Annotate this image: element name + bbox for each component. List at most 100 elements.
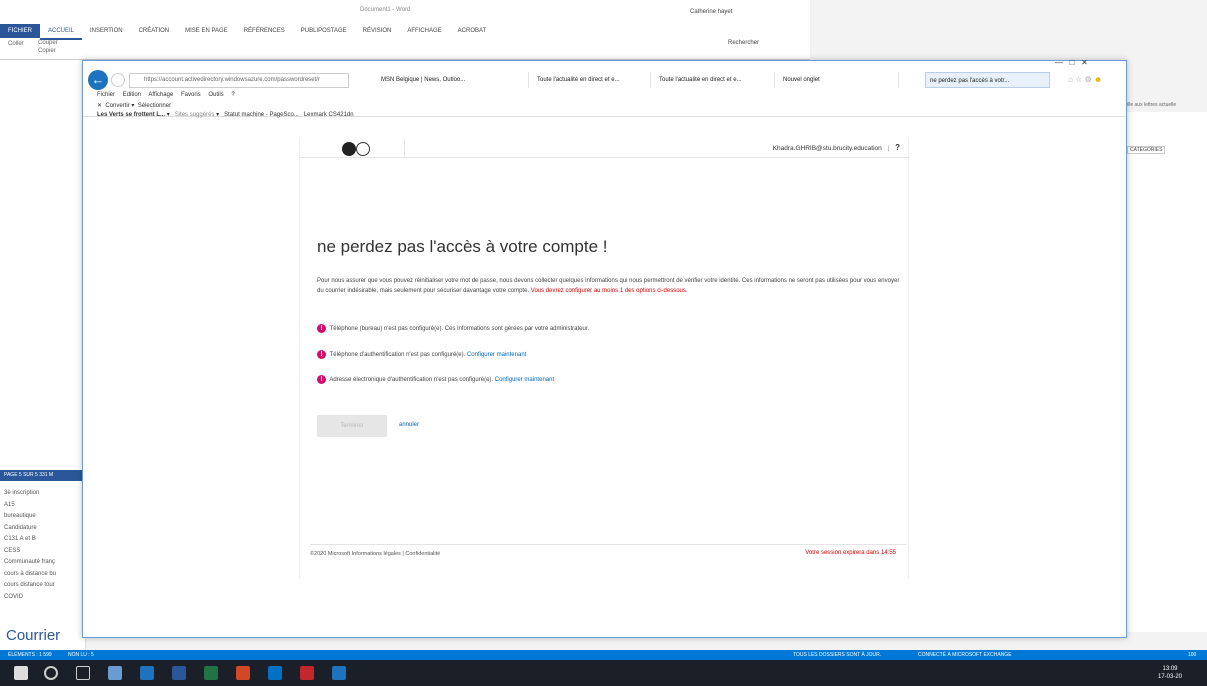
fav-lexmark[interactable]: Lexmark CS421dn xyxy=(304,112,354,118)
ie-icon-2[interactable] xyxy=(332,666,346,680)
outlook-icon[interactable] xyxy=(268,666,282,680)
folder-item[interactable]: 3è inscription xyxy=(0,488,86,500)
method-text: Téléphone (bureau) n'est pas configuré(e… xyxy=(329,326,590,333)
tab-actualite-1[interactable]: Toute l'actualité en direct et e... xyxy=(533,72,651,88)
folder-item[interactable]: A15 xyxy=(0,500,86,512)
courrier-label[interactable]: Courrier xyxy=(6,627,60,644)
word-tab-2[interactable]: INSERTION xyxy=(82,24,131,38)
word-tab-1[interactable]: ACCUEIL xyxy=(40,24,83,40)
window-controls[interactable]: — □ ✕ xyxy=(1055,58,1088,67)
outlook-status-bar: ÉLÉMENTS : 1 599 NON LU : 5 TOUS LES DOS… xyxy=(0,650,1207,660)
ie-icon[interactable] xyxy=(140,666,154,680)
word-tab-4[interactable]: MISE EN PAGE xyxy=(177,24,236,38)
page-count: PAGE 5 SUR 5 xyxy=(4,472,38,478)
close-icon[interactable]: ✕ xyxy=(97,103,102,109)
menu-favorites[interactable]: Favoris xyxy=(181,92,201,98)
finish-button[interactable]: Terminer xyxy=(317,415,387,437)
word-tab-6[interactable]: PUBLIPOSTAGE xyxy=(293,24,355,38)
menu-tools[interactable]: Outils xyxy=(208,92,223,98)
page-title: ne perdez pas l'accès à votre compte ! xyxy=(317,237,608,256)
connection-status: CONNECTÉ À MICROSOFT EXCHANGE xyxy=(918,652,1012,658)
fav-suggested[interactable]: Sites suggérés xyxy=(175,112,215,118)
folder-item[interactable]: CESS xyxy=(0,546,86,558)
word-user[interactable]: Catherine hayet xyxy=(690,9,732,15)
folder-item[interactable]: cours distance tour xyxy=(0,580,86,592)
folder-item[interactable]: cours à distance bu xyxy=(0,569,86,581)
word-icon[interactable] xyxy=(172,666,186,680)
word-count: 331 M xyxy=(39,472,54,478)
home-star-gear-icons[interactable]: ⌂ ☆ ⚙ ☻ xyxy=(1068,75,1102,84)
intro-warning: Vous devrez configurer au moins 1 des op… xyxy=(530,287,688,294)
ie-favorites-bar: Les Verts se frottent L... ▾ Sites suggé… xyxy=(97,112,354,118)
word-tab-7[interactable]: RÉVISION xyxy=(355,24,400,38)
menu-edit[interactable]: Edition xyxy=(123,92,141,98)
fav-pagescope[interactable]: Statut machine - PageSco... xyxy=(224,112,299,118)
account-area: Khadra.GHRIB@stu.brucity.education | ? xyxy=(773,143,900,152)
method-text: Adresse électronique d'authentification … xyxy=(329,377,494,384)
windows-taskbar: 13:09 17-03-20 xyxy=(0,660,1207,686)
method-office-phone: ! Téléphone (bureau) n'est pas configuré… xyxy=(317,324,589,333)
categories-header[interactable]: CATÉGORIES xyxy=(1127,146,1166,154)
tab-msn[interactable]: MSN Belgique | News, Outloo... xyxy=(377,72,529,88)
word-title: Document1 - Word xyxy=(360,7,411,13)
unread-count: NON LU : 5 xyxy=(68,652,94,658)
word-tab-5[interactable]: RÉFÉRENCES xyxy=(236,24,293,38)
file-explorer-icon[interactable] xyxy=(108,666,122,680)
alert-icon: ! xyxy=(317,375,326,384)
outlook-message-pane: ille aux lettres actuelle CATÉGORIES xyxy=(1126,102,1207,632)
address-bar[interactable]: https://account.activedirectory.windowsa… xyxy=(129,73,349,88)
tab-actualite-2[interactable]: Toute l'actualité en direct et e... xyxy=(655,72,775,88)
ie-toolbar: ← https://account.activedirectory.window… xyxy=(83,58,1126,118)
zoom-level[interactable]: 100 xyxy=(1188,650,1196,660)
forward-icon[interactable] xyxy=(111,73,125,87)
method-auth-phone: ! Téléphone d'authentification n'est pas… xyxy=(317,350,526,359)
word-titlebar: Document1 - Word Catherine hayet xyxy=(0,0,810,24)
page-header: Khadra.GHRIB@stu.brucity.education | ? xyxy=(300,139,910,158)
intro-text: Pour nous assurer que vous pouvez réinit… xyxy=(317,277,907,296)
clock-time: 13:09 xyxy=(1162,666,1178,672)
select-button[interactable]: Sélectionner xyxy=(138,103,171,109)
start-icon[interactable] xyxy=(14,666,28,680)
account-email[interactable]: Khadra.GHRIB@stu.brucity.education xyxy=(773,145,882,152)
tab-current[interactable]: ne perdez pas l'accès à votr... xyxy=(925,72,1050,88)
search-button[interactable]: Rechercher xyxy=(728,40,759,46)
acrobat-icon[interactable] xyxy=(300,666,314,680)
copy-button[interactable]: Copier xyxy=(38,48,56,54)
configure-email-link[interactable]: Configurer maintenant xyxy=(495,377,554,383)
excel-icon[interactable] xyxy=(204,666,218,680)
task-view-icon[interactable] xyxy=(76,666,90,680)
help-button[interactable]: ? xyxy=(895,143,900,152)
folder-item[interactable]: C131 A et B xyxy=(0,534,86,546)
word-tab-9[interactable]: ACROBAT xyxy=(450,24,495,38)
method-auth-email: ! Adresse électronique d'authentificatio… xyxy=(317,375,554,384)
tab-new[interactable]: Nouvel onglet xyxy=(779,72,899,88)
menu-help[interactable]: ? xyxy=(231,92,234,98)
ie-window: ← https://account.activedirectory.window… xyxy=(82,58,1127,638)
menu-file[interactable]: Fichier xyxy=(97,92,115,98)
word-window: Document1 - Word Catherine hayet FICHIER… xyxy=(0,0,810,60)
powerpoint-icon[interactable] xyxy=(236,666,250,680)
clock[interactable]: 13:09 17-03-20 xyxy=(1158,665,1182,681)
configure-phone-link[interactable]: Configurer maintenant xyxy=(467,352,526,358)
menu-view[interactable]: Affichage xyxy=(148,92,173,98)
cut-button[interactable]: Couper xyxy=(38,40,58,46)
fav-verts[interactable]: Les Verts se frottent L... xyxy=(97,112,165,118)
paste-button[interactable]: Coller xyxy=(8,41,24,47)
clock-date: 17-03-20 xyxy=(1158,674,1183,680)
folder-item[interactable]: COVID xyxy=(0,592,86,604)
word-tab-3[interactable]: CRÉATION xyxy=(131,24,178,38)
back-icon[interactable]: ← xyxy=(88,70,108,90)
cancel-link[interactable]: annuler xyxy=(399,422,419,428)
header-divider: | xyxy=(887,145,890,152)
word-tab-0[interactable]: FICHIER xyxy=(0,24,40,38)
search-icon[interactable] xyxy=(44,666,58,680)
convert-button[interactable]: Convertir xyxy=(105,103,129,109)
method-text: Téléphone d'authentification n'est pas c… xyxy=(329,352,466,359)
folder-item[interactable]: Candidature xyxy=(0,523,86,535)
mailbox-filter[interactable]: ille aux lettres actuelle xyxy=(1127,102,1176,108)
alert-icon: ! xyxy=(317,350,326,359)
folder-item[interactable]: bureautique xyxy=(0,511,86,523)
word-tab-8[interactable]: AFFICHAGE xyxy=(399,24,449,38)
password-reset-page: Khadra.GHRIB@stu.brucity.education | ? n… xyxy=(299,139,910,579)
folder-item[interactable]: Communauté franç xyxy=(0,557,86,569)
